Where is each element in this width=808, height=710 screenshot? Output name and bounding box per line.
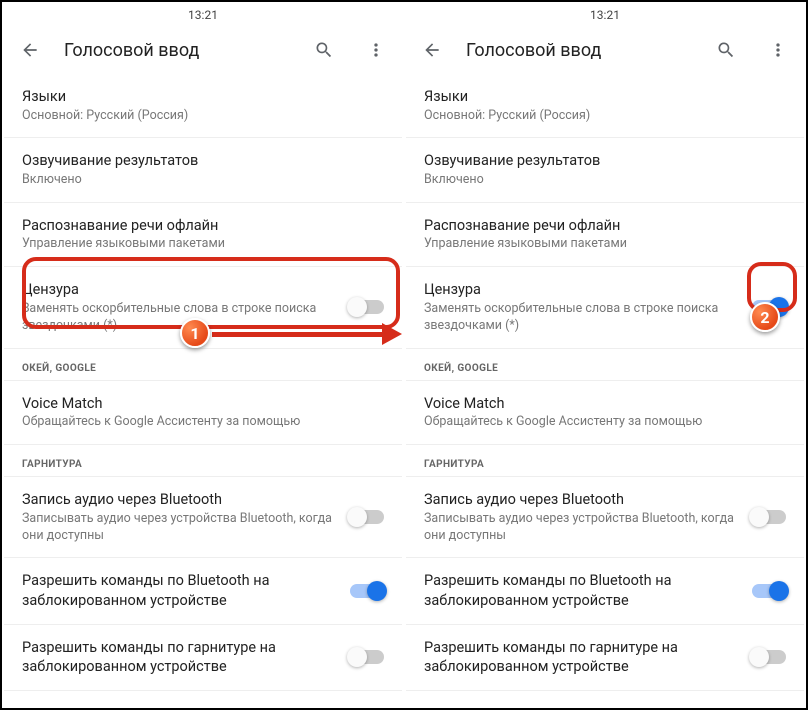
setting-sub: Управление языковыми пакетами (424, 236, 778, 253)
section-headset: ГАРНИТУРА (406, 445, 804, 477)
app-header: Голосовой ввод (406, 26, 804, 74)
settings-list: Языки Основной: Русский (Россия) Озвучив… (4, 74, 402, 706)
setting-title: Разрешить команды по гарнитуре на заблок… (424, 638, 744, 677)
speak-results-item[interactable]: Озвучивание результатов Включено (4, 138, 402, 202)
setting-title: Цензура (22, 280, 342, 300)
setting-title: Voice Match (424, 394, 778, 414)
bluetooth-locked-switch[interactable] (752, 584, 786, 598)
setting-sub: Основной: Русский (Россия) (22, 108, 376, 125)
setting-title: Озвучивание результатов (22, 151, 376, 171)
bluetooth-record-item[interactable]: Запись аудио через Bluetooth Записывать … (406, 477, 804, 558)
setting-sub: Обращайтесь к Google Ассистенту за помощ… (22, 414, 376, 431)
status-time: 13:21 (188, 8, 218, 22)
setting-title: Разрешить команды по Bluetooth на заблок… (22, 571, 342, 610)
offline-recognition-item[interactable]: Распознавание речи офлайн Управление язы… (406, 203, 804, 267)
screenshot-right: 13:21 Голосовой ввод Языки Основной: Рус… (406, 4, 804, 706)
setting-title: Языки (22, 87, 376, 107)
setting-sub: Записывать аудио через устройства Blueto… (22, 511, 342, 545)
censor-item[interactable]: Цензура Заменять оскорбительные слова в … (406, 267, 804, 348)
voice-match-item[interactable]: Voice Match Обращайтесь к Google Ассисте… (406, 381, 804, 445)
setting-title: Voice Match (22, 394, 376, 414)
setting-sub: Записывать аудио через устройства Blueto… (424, 511, 744, 545)
setting-title: Разрешить команды по Bluetooth на заблок… (424, 571, 744, 610)
back-icon[interactable] (12, 32, 48, 68)
annotation-badge-2: 2 (750, 302, 780, 332)
voice-match-item[interactable]: Voice Match Обращайтесь к Google Ассисте… (4, 381, 402, 445)
status-bar: 13:21 (4, 4, 402, 26)
bluetooth-locked-item[interactable]: Разрешить команды по Bluetooth на заблок… (4, 558, 402, 624)
setting-title: Цензура (424, 280, 744, 300)
setting-title: Распознавание речи офлайн (22, 216, 376, 236)
header-title: Голосовой ввод (64, 40, 290, 61)
setting-title: Языки (424, 87, 778, 107)
setting-title: Озвучивание результатов (424, 151, 778, 171)
screenshot-left: 13:21 Голосовой ввод Языки Основной: Рус… (4, 4, 402, 706)
languages-item[interactable]: Языки Основной: Русский (Россия) (4, 74, 402, 138)
setting-sub: Обращайтесь к Google Ассистенту за помощ… (424, 414, 778, 431)
setting-sub: Включено (424, 172, 778, 189)
setting-title: Разрешить команды по гарнитуре на заблок… (22, 638, 342, 677)
setting-sub: Заменять оскорбительные слова в строке п… (424, 301, 744, 335)
search-icon[interactable] (708, 32, 744, 68)
section-headset: ГАРНИТУРА (4, 445, 402, 477)
bluetooth-locked-item[interactable]: Разрешить команды по Bluetooth на заблок… (406, 558, 804, 624)
overflow-icon[interactable] (760, 32, 796, 68)
headset-locked-switch[interactable] (350, 650, 384, 664)
section-ok-google: ОКЕЙ, GOOGLE (406, 349, 804, 381)
search-icon[interactable] (306, 32, 342, 68)
speak-results-item[interactable]: Озвучивание результатов Включено (406, 138, 804, 202)
offline-recognition-item[interactable]: Распознавание речи офлайн Управление язы… (4, 203, 402, 267)
setting-title: Запись аудио через Bluetooth (22, 490, 342, 510)
settings-list: Языки Основной: Русский (Россия) Озвучив… (406, 74, 804, 706)
bluetooth-locked-switch[interactable] (350, 584, 384, 598)
headset-locked-switch[interactable] (752, 650, 786, 664)
status-bar: 13:21 (406, 4, 804, 26)
overflow-icon[interactable] (358, 32, 394, 68)
app-header: Голосовой ввод (4, 26, 402, 74)
setting-sub: Управление языковыми пакетами (22, 236, 376, 253)
setting-sub: Включено (22, 172, 376, 189)
annotation-badge-1: 1 (180, 318, 210, 348)
back-icon[interactable] (414, 32, 450, 68)
headset-locked-item[interactable]: Разрешить команды по гарнитуре на заблок… (406, 625, 804, 691)
setting-title: Распознавание речи офлайн (424, 216, 778, 236)
bluetooth-record-item[interactable]: Запись аудио через Bluetooth Записывать … (4, 477, 402, 558)
status-time: 13:21 (590, 8, 620, 22)
headset-locked-item[interactable]: Разрешить команды по гарнитуре на заблок… (4, 625, 402, 691)
bluetooth-record-switch[interactable] (350, 510, 384, 524)
setting-title: Запись аудио через Bluetooth (424, 490, 744, 510)
languages-item[interactable]: Языки Основной: Русский (Россия) (406, 74, 804, 138)
bluetooth-record-switch[interactable] (752, 510, 786, 524)
censor-switch[interactable] (350, 300, 384, 314)
setting-sub: Основной: Русский (Россия) (424, 108, 778, 125)
header-title: Голосовой ввод (466, 40, 692, 61)
section-ok-google: ОКЕЙ, GOOGLE (4, 349, 402, 381)
